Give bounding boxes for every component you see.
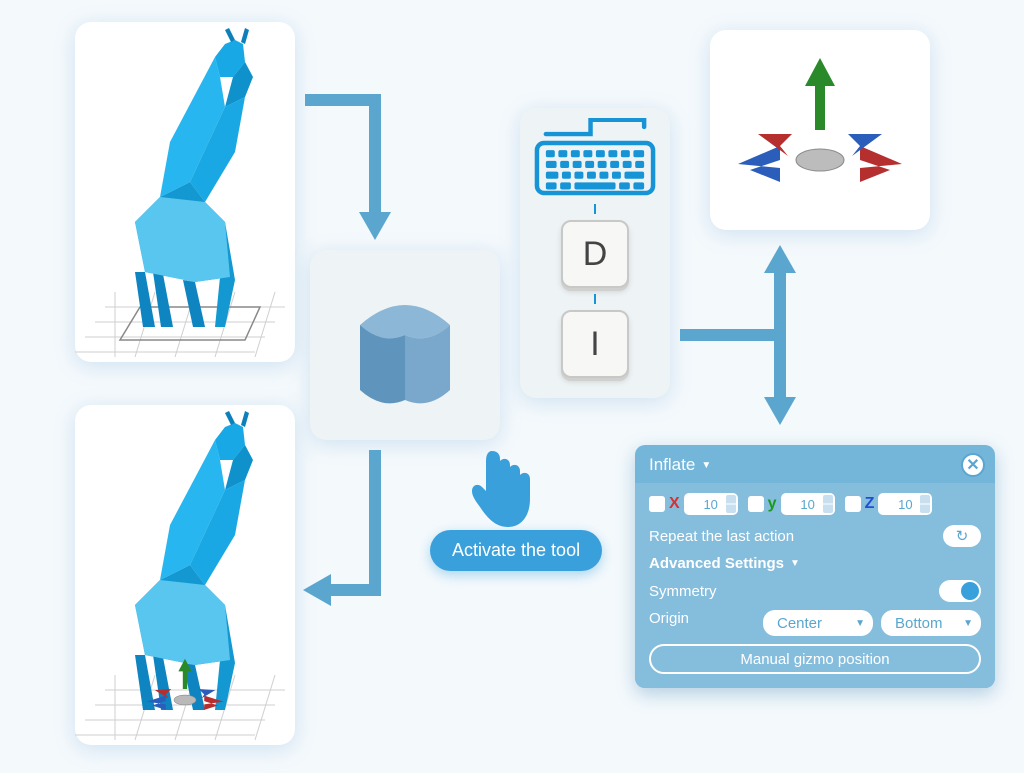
repeat-button[interactable]: ↻ [943, 525, 981, 547]
origin-horizontal-select[interactable]: Center [763, 610, 873, 636]
z-value-input[interactable]: 10 [878, 493, 932, 515]
manual-gizmo-button[interactable]: Manual gizmo position [649, 644, 981, 674]
flow-arrow-branch [670, 235, 850, 435]
z-lock-checkbox[interactable] [845, 496, 861, 512]
panel-title[interactable]: Inflate ▼ [649, 455, 711, 475]
gizmo-preview [710, 30, 930, 230]
origin-label: Origin [649, 610, 689, 627]
model-preview-after [75, 405, 295, 745]
y-axis-label: y [768, 495, 777, 513]
chevron-down-icon: ▼ [790, 558, 800, 569]
pointer-hand-icon [460, 445, 540, 535]
symmetry-label: Symmetry [649, 583, 717, 600]
tool-tile-inflate[interactable] [310, 250, 500, 440]
activate-tool-button[interactable]: Activate the tool [430, 530, 602, 571]
x-value-input[interactable]: 10 [684, 493, 738, 515]
keyboard-icon [528, 118, 662, 198]
inflate-tool-icon [330, 270, 480, 420]
flow-arrow-1 [295, 90, 415, 250]
y-lock-checkbox[interactable] [748, 496, 764, 512]
y-value-input[interactable]: 10 [781, 493, 835, 515]
flow-arrow-2 [295, 440, 415, 620]
repeat-label: Repeat the last action [649, 528, 794, 545]
shortcut-key-d: D [561, 220, 629, 288]
model-preview-before [75, 22, 295, 362]
shortcut-key-i: I [561, 310, 629, 378]
origin-vertical-select[interactable]: Bottom [881, 610, 981, 636]
x-axis-label: X [669, 495, 680, 513]
inflate-settings-panel: Inflate ▼ ✕ X 10 y 10 Z 10 Repeat the la… [635, 445, 995, 688]
shortcut-card: D I [520, 108, 670, 398]
close-button[interactable]: ✕ [961, 453, 985, 477]
symmetry-toggle[interactable] [939, 580, 981, 602]
chevron-down-icon: ▼ [701, 460, 711, 471]
x-lock-checkbox[interactable] [649, 496, 665, 512]
advanced-settings-toggle[interactable]: Advanced Settings ▼ [649, 555, 981, 572]
z-axis-label: Z [865, 495, 875, 513]
